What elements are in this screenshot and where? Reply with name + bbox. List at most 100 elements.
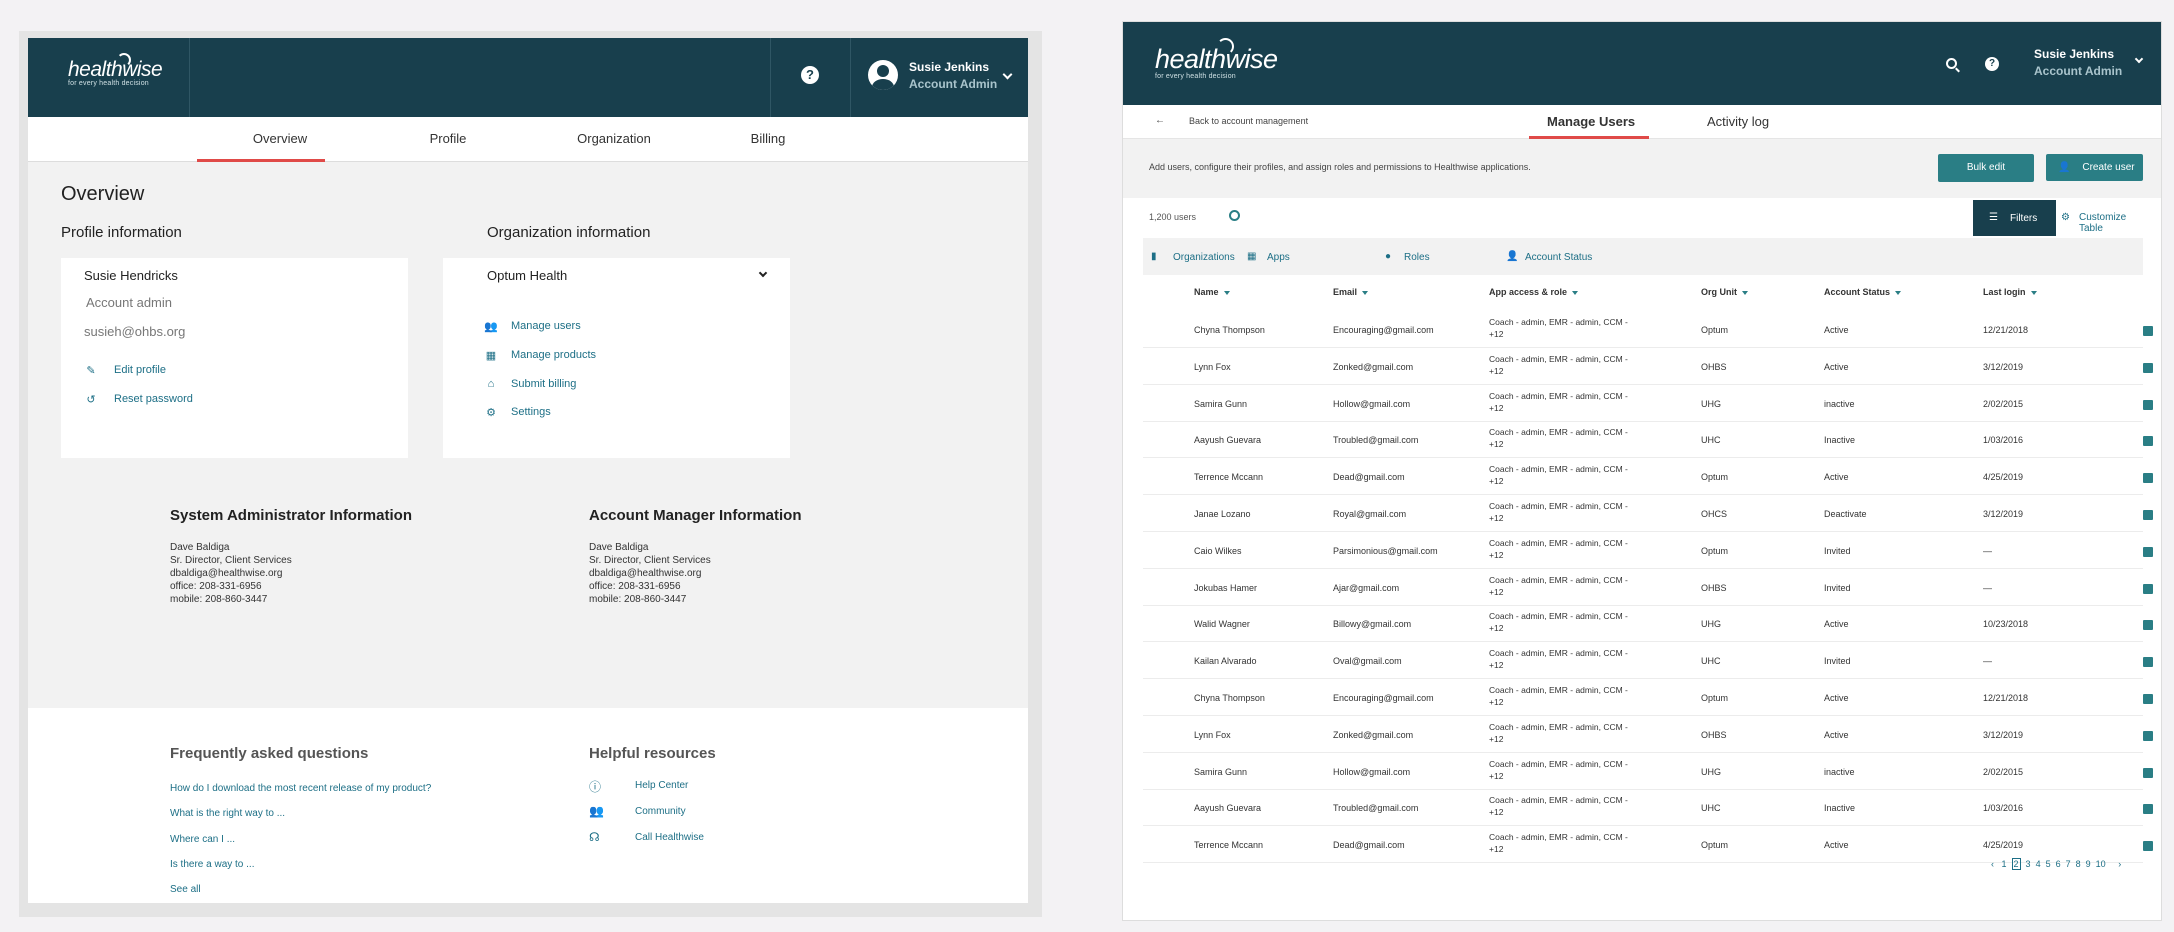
row-action-icon[interactable] (2143, 804, 2153, 815)
table-row[interactable]: Aayush Guevara Troubled@gmail.com UHC Inact… (1143, 421, 2153, 459)
tab-manage-users[interactable]: Manage Users (1547, 114, 1635, 129)
row-action-icon[interactable] (2143, 546, 2153, 557)
tab-billing[interactable]: Billing (738, 131, 798, 146)
acctmgr-title-line: Sr. Director, Client Services (589, 555, 711, 566)
help-center-link[interactable]: Help Center (635, 780, 688, 791)
healthwise-logo[interactable]: healthwise for every health decision (1155, 38, 1278, 80)
back-arrow-icon[interactable]: ← (1155, 115, 1165, 126)
customize-table-link[interactable]: Customize Table (2079, 212, 2143, 234)
settings-link[interactable]: Settings (511, 406, 551, 418)
tab-organization[interactable]: Organization (564, 131, 664, 146)
faq-link[interactable]: How do I download the most recent releas… (170, 783, 431, 794)
filter-roles[interactable]: Roles (1404, 252, 1430, 263)
row-action-icon[interactable] (2143, 326, 2153, 336)
page-title: Overview (61, 183, 145, 205)
manage-users-link[interactable]: Manage users (511, 320, 581, 332)
page-number[interactable]: 2 (2011, 858, 2021, 870)
column-header-last-login[interactable]: Last login (1983, 287, 2037, 297)
row-action-icon[interactable] (2143, 473, 2153, 484)
avatar-icon[interactable] (868, 60, 898, 90)
page-number[interactable]: 3 (2026, 859, 2031, 869)
row-action-icon[interactable] (2143, 730, 2153, 741)
back-link[interactable]: Back to account management (1189, 116, 1308, 126)
bulk-edit-button[interactable]: Bulk edit (1938, 154, 2034, 182)
row-action-icon[interactable] (2143, 362, 2153, 373)
row-action-icon[interactable] (2143, 399, 2153, 410)
healthwise-logo[interactable]: healthwise for every health decision (68, 53, 163, 87)
table-row[interactable]: Aayush Guevara Troubled@gmail.com UHC Inact… (1143, 789, 2153, 827)
chevron-down-icon[interactable] (1002, 69, 1013, 80)
row-action-icon[interactable] (2143, 620, 2153, 631)
call-healthwise-link[interactable]: Call Healthwise (635, 832, 704, 843)
community-link[interactable]: Community (635, 806, 686, 817)
edit-profile-link[interactable]: Edit profile (114, 364, 166, 376)
faq-link[interactable]: What is the right way to ... (170, 808, 285, 819)
help-center-icon: ⓘ (589, 780, 602, 794)
table-row[interactable]: Lynn Fox Zonked@gmail.com OHBS Active 3/12/2… (1143, 716, 2153, 753)
column-header-name[interactable]: Name (1194, 287, 1230, 297)
page-number[interactable]: 8 (2076, 859, 2081, 869)
tab-activity-log[interactable]: Activity log (1707, 114, 1769, 129)
page-number[interactable]: 6 (2056, 859, 2061, 869)
page-number[interactable]: 4 (2036, 859, 2041, 869)
cell-last-login: 3/12/2019 (1983, 729, 2024, 740)
prev-page-icon[interactable]: ‹ (1991, 859, 1994, 869)
column-header-account-status[interactable]: Account Status (1824, 287, 1902, 297)
app-access-line: Coach - admin, EMR - admin, CCM - (1489, 390, 1628, 401)
gear-icon[interactable]: ⚙ (2061, 212, 2070, 223)
table-row[interactable]: Terrence Mccann Dead@gmail.com Optum Active… (1143, 458, 2153, 496)
row-action-icon[interactable] (2143, 767, 2153, 778)
next-page-icon[interactable]: › (2118, 859, 2121, 869)
tab-profile[interactable]: Profile (418, 131, 478, 146)
page-number[interactable]: 10 (2096, 859, 2106, 869)
search-icon[interactable] (1229, 210, 1240, 221)
submit-billing-link[interactable]: Submit billing (511, 378, 576, 390)
org-card: Optum Health 👥 Manage users ▦ Manage pro… (443, 258, 790, 458)
page-number[interactable]: 5 (2046, 859, 2051, 869)
row-action-icon[interactable] (2143, 841, 2153, 852)
page-number[interactable]: 7 (2066, 859, 2071, 869)
faq-link[interactable]: Where can I ... (170, 834, 235, 845)
table-row[interactable]: Samira Gunn Hollow@gmail.com UHG inactive 2/… (1143, 753, 2153, 790)
column-header-email[interactable]: Email (1333, 287, 1369, 297)
filter-account-status[interactable]: Account Status (1525, 252, 1592, 263)
column-header-org-unit[interactable]: Org Unit (1701, 287, 1748, 297)
page-number[interactable]: 9 (2086, 859, 2091, 869)
table-row[interactable]: Chyna Thompson Encouraging@gmail.com Optum… (1143, 311, 2153, 348)
create-user-button[interactable]: 👤 Create user (2046, 154, 2143, 181)
row-action-icon[interactable] (2143, 657, 2153, 668)
row-action-icon[interactable] (2143, 583, 2153, 594)
column-header-app-access[interactable]: App access & role (1489, 287, 1579, 297)
filter-apps[interactable]: Apps (1267, 252, 1290, 263)
tab-overview[interactable]: Overview (240, 131, 320, 146)
table-row[interactable]: Jokubas Hamer Ajar@gmail.com OHBS Invited — C… (1143, 569, 2153, 606)
filter-organizations[interactable]: Organizations (1173, 252, 1235, 263)
org-select[interactable]: Optum Health (487, 268, 567, 283)
reset-password-link[interactable]: Reset password (114, 393, 193, 405)
table-row[interactable]: Lynn Fox Zonked@gmail.com OHBS Active 3/12/2… (1143, 348, 2153, 385)
search-icon[interactable] (1946, 58, 1957, 69)
row-action-icon[interactable] (2143, 510, 2153, 520)
help-icon[interactable]: ? (1985, 57, 1999, 71)
table-row[interactable]: Chyna Thompson Encouraging@gmail.com Optum… (1143, 679, 2153, 716)
app-access-more: +12 (1489, 697, 1504, 707)
table-row[interactable]: Samira Gunn Hollow@gmail.com UHG inactive 2/… (1143, 385, 2153, 422)
row-action-icon[interactable] (2143, 694, 2153, 704)
help-icon[interactable]: ? (801, 66, 819, 84)
table-row[interactable]: Caio Wilkes Parsimonious@gmail.com Optum In… (1143, 532, 2153, 569)
app-access-line: Coach - admin, EMR - admin, CCM - (1489, 648, 1628, 659)
row-action-icon[interactable] (2143, 436, 2153, 447)
faq-link[interactable]: Is there a way to ... (170, 859, 254, 870)
chevron-down-icon[interactable] (2134, 54, 2144, 64)
see-all-link[interactable]: See all (170, 884, 201, 895)
manage-products-link[interactable]: Manage products (511, 349, 596, 361)
chevron-down-icon[interactable] (758, 268, 768, 278)
table-row[interactable]: Kailan Alvarado Oval@gmail.com UHC Invited —… (1143, 642, 2153, 680)
page-number[interactable]: 1 (2002, 859, 2007, 869)
cell-email: Royal@gmail.com (1333, 509, 1407, 519)
table-row[interactable]: Terrence Mccann Dead@gmail.com Optum Active… (1143, 826, 2153, 864)
filters-button[interactable]: ☰ Filters (1973, 200, 2056, 236)
filters-label: Filters (2010, 213, 2038, 224)
table-row[interactable]: Walid Wagner Billowy@gmail.com UHG Active 10… (1143, 605, 2153, 643)
table-row[interactable]: Janae Lozano Royal@gmail.com OHCS Deactivat… (1143, 495, 2153, 532)
